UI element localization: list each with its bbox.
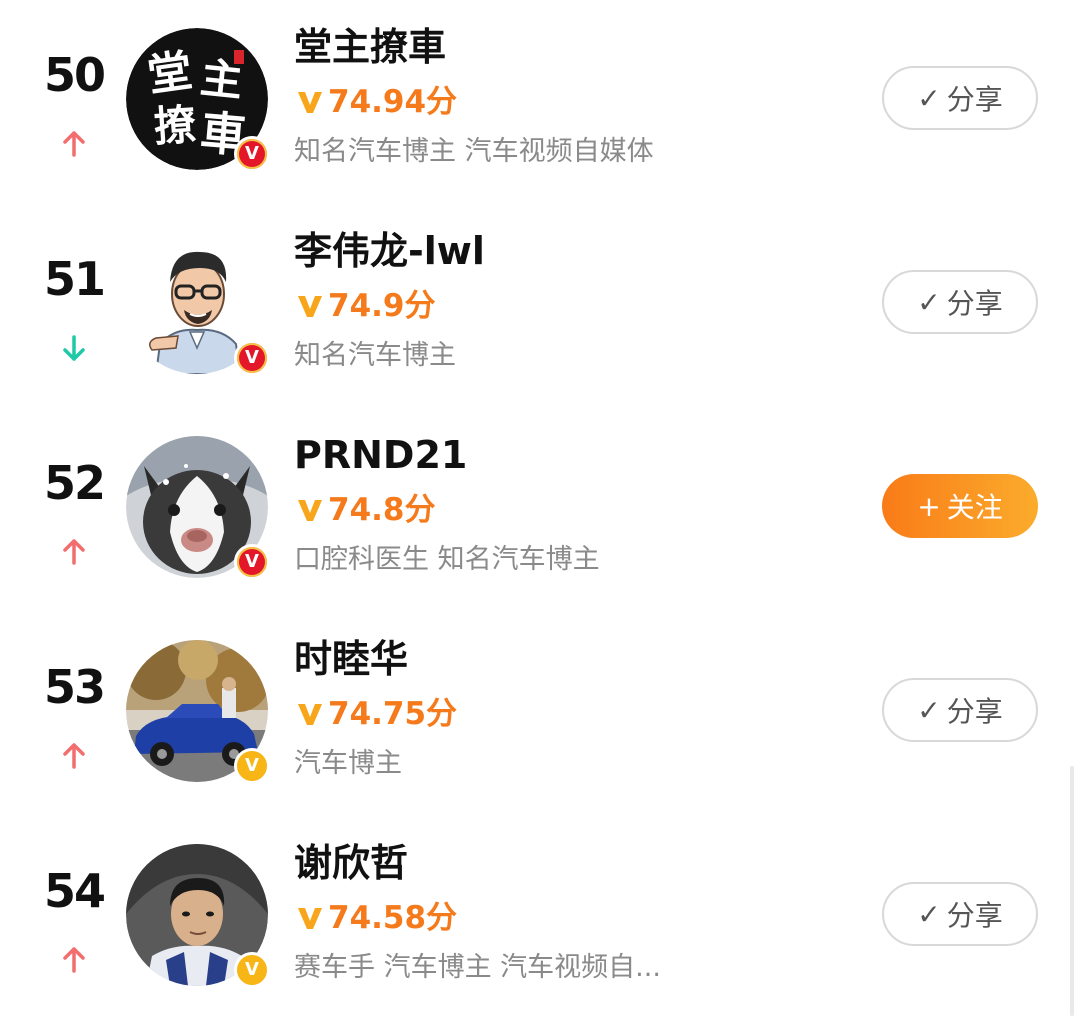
avatar[interactable]: V xyxy=(126,640,270,784)
list-item[interactable]: 52 V PRND21 74.8分 口腔科医生 知名汽车博主 + 关注 xyxy=(0,408,1080,612)
v-score-icon xyxy=(298,92,322,113)
user-name[interactable]: 谢欣哲 xyxy=(294,838,408,888)
user-name[interactable]: 时睦华 xyxy=(294,634,408,684)
list-item[interactable]: 50 堂 主 撩 車 V 堂主撩車 74.94分 知名汽车博主 汽车视频自媒体 … xyxy=(0,0,1080,204)
share-button[interactable]: ✓ 分享 xyxy=(882,66,1038,130)
button-label: 关注 xyxy=(946,491,1003,524)
list-item[interactable]: 51 V 李伟龙-lwl 74.9分 知名汽车博主 ✓ 分享 xyxy=(0,204,1080,408)
verified-badge-icon: V xyxy=(234,952,270,988)
rank-number: 54 xyxy=(43,864,106,918)
score-value: 74.8分 xyxy=(328,492,436,528)
rank-number: 53 xyxy=(43,660,106,714)
list-item[interactable]: 53 V 时睦华 74.75分 汽车博主 ✓ 分享 xyxy=(0,612,1080,816)
avatar[interactable]: V xyxy=(126,436,270,580)
user-description: 赛车手 汽车博主 汽车视频自... xyxy=(294,952,661,983)
v-score-icon xyxy=(298,500,322,521)
score-value: 74.94分 xyxy=(328,84,458,120)
verified-badge-icon: V xyxy=(234,340,270,376)
check-icon: ✓ xyxy=(917,285,941,319)
user-description: 口腔科医生 知名汽车博主 xyxy=(294,544,600,575)
check-icon: ✓ xyxy=(917,81,941,115)
button-label: 分享 xyxy=(946,287,1003,320)
score: 74.94分 xyxy=(296,80,457,124)
score: 74.9分 xyxy=(296,284,436,328)
v-score-icon xyxy=(298,704,322,725)
avatar[interactable]: V xyxy=(126,232,270,376)
trend-up-icon xyxy=(63,947,85,973)
button-label: 分享 xyxy=(946,83,1003,116)
rank-number: 50 xyxy=(43,48,106,102)
user-name[interactable]: 李伟龙-lwl xyxy=(294,226,485,276)
user-description: 知名汽车博主 xyxy=(294,340,456,371)
trend-up-icon xyxy=(63,539,85,565)
rank-number: 51 xyxy=(43,252,106,306)
scrollbar[interactable] xyxy=(1070,766,1074,1016)
score: 74.75分 xyxy=(296,692,457,736)
score: 74.58分 xyxy=(296,896,457,940)
v-score-icon xyxy=(298,296,322,317)
list-item[interactable]: 54 V 谢欣哲 74.58分 赛车手 汽车博主 汽车视频自... ✓ 分享 xyxy=(0,816,1080,1020)
avatar[interactable]: V xyxy=(126,844,270,988)
verified-badge-icon: V xyxy=(234,544,270,580)
rank-number: 52 xyxy=(43,456,106,510)
button-label: 分享 xyxy=(946,899,1003,932)
check-icon: ✓ xyxy=(917,693,941,727)
share-button[interactable]: ✓ 分享 xyxy=(882,678,1038,742)
user-name[interactable]: 堂主撩車 xyxy=(294,22,446,72)
avatar-logo-char: 撩 xyxy=(152,100,197,152)
trend-up-icon xyxy=(63,131,85,157)
trend-up-icon xyxy=(63,743,85,769)
user-name[interactable]: PRND21 xyxy=(294,430,467,480)
avatar-logo-char: 堂 xyxy=(145,45,196,102)
user-description: 汽车博主 xyxy=(294,748,402,779)
share-button[interactable]: ✓ 分享 xyxy=(882,270,1038,334)
follow-button[interactable]: + 关注 xyxy=(882,474,1038,538)
avatar[interactable]: 堂 主 撩 車 V xyxy=(126,28,270,172)
button-label: 分享 xyxy=(946,695,1003,728)
trend-down-icon xyxy=(63,335,85,361)
verified-badge-icon: V xyxy=(234,748,270,784)
plus-icon: + xyxy=(917,489,941,523)
check-icon: ✓ xyxy=(917,897,941,931)
score: 74.8分 xyxy=(296,488,436,532)
user-description: 知名汽车博主 汽车视频自媒体 xyxy=(294,136,654,167)
score-value: 74.58分 xyxy=(328,900,458,936)
share-button[interactable]: ✓ 分享 xyxy=(882,882,1038,946)
score-value: 74.75分 xyxy=(328,696,458,732)
verified-badge-icon: V xyxy=(234,136,270,172)
v-score-icon xyxy=(298,908,322,929)
score-value: 74.9分 xyxy=(328,288,436,324)
